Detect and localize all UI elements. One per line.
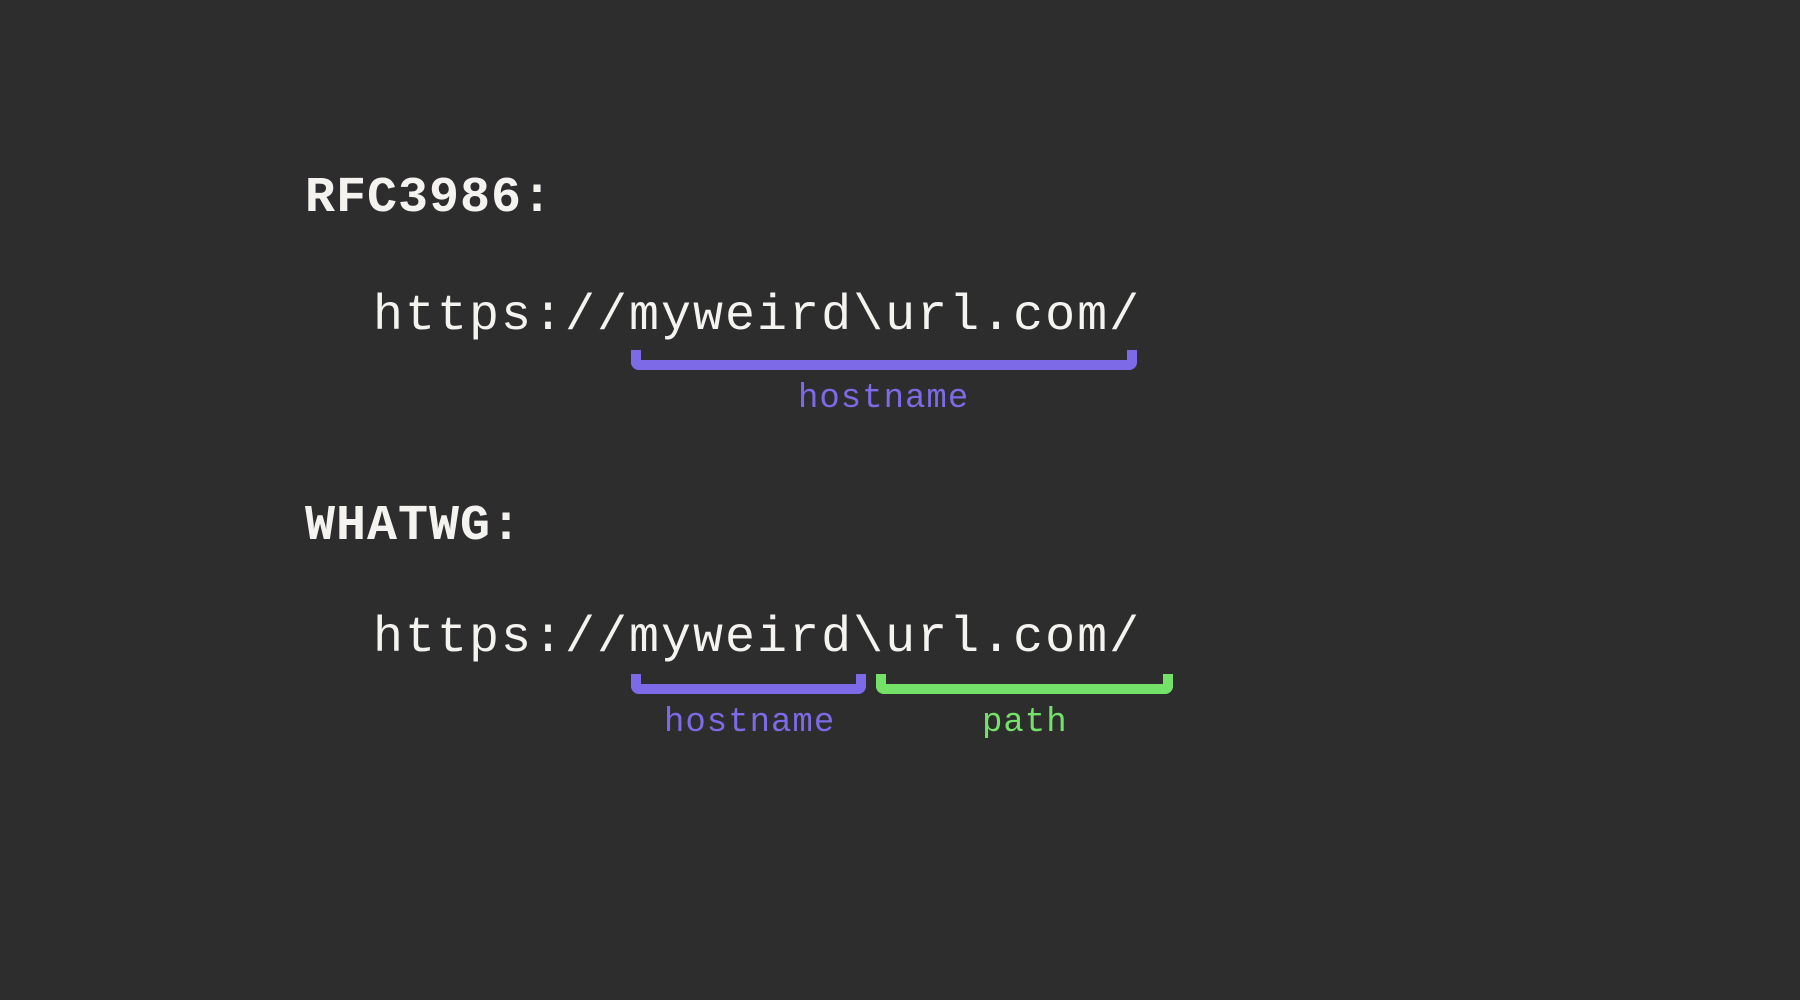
whatwg-heading: WHATWG: bbox=[305, 498, 522, 555]
whatwg-hostname-bracket bbox=[631, 674, 866, 694]
whatwg-path-bracket bbox=[876, 674, 1173, 694]
rfc-url: https://myweird\url.com/ bbox=[373, 288, 1141, 345]
diagram-stage: RFC3986: https://myweird\url.com/ hostna… bbox=[0, 0, 1800, 1000]
rfc-hostname-label: hostname bbox=[798, 380, 969, 418]
whatwg-hostname-label: hostname bbox=[664, 704, 835, 742]
rfc-heading: RFC3986: bbox=[305, 170, 553, 227]
rfc-hostname-bracket bbox=[631, 350, 1137, 370]
whatwg-path-label: path bbox=[982, 704, 1068, 742]
whatwg-url: https://myweird\url.com/ bbox=[373, 610, 1141, 667]
